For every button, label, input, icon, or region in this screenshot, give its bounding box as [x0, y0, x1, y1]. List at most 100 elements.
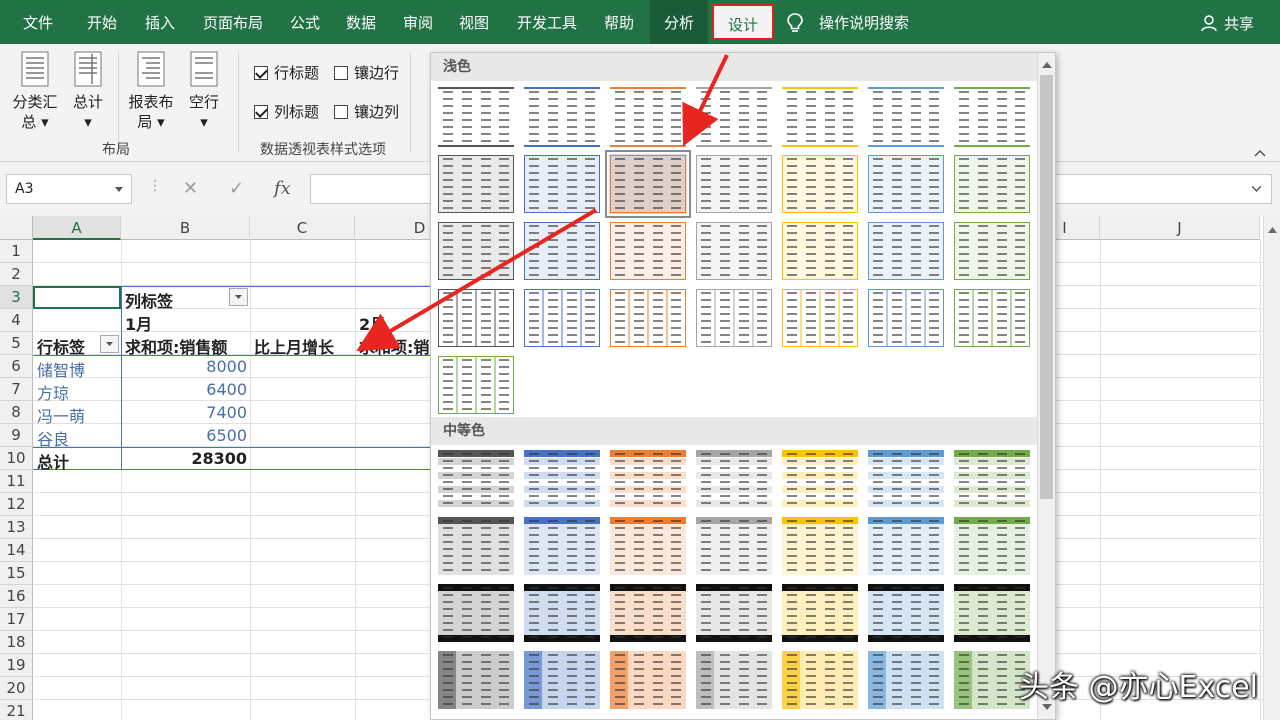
menu-design[interactable]: 设计 [712, 4, 774, 40]
row-header[interactable]: 8 [0, 401, 33, 424]
row-header[interactable]: 1 [0, 240, 33, 263]
grand-totals-button[interactable]: 总计 ▾ [66, 50, 110, 132]
style-thumbnail[interactable] [437, 288, 515, 348]
row-header[interactable]: 20 [0, 677, 33, 700]
style-thumbnail[interactable] [781, 449, 859, 509]
style-thumbnail[interactable] [437, 87, 515, 147]
style-thumbnail[interactable] [437, 650, 515, 710]
cancel-icon[interactable]: ✕ [183, 178, 198, 199]
row-header[interactable]: 14 [0, 539, 33, 562]
style-thumbnail[interactable] [867, 650, 945, 710]
row-labels-cell[interactable]: 行标签 [37, 334, 85, 358]
menu-formulas[interactable]: 公式 [278, 0, 332, 44]
style-thumbnail[interactable] [609, 221, 687, 281]
column-headers-checkbox[interactable]: 列标题 [254, 101, 319, 122]
style-thumbnail[interactable] [781, 87, 859, 147]
style-thumbnail[interactable] [695, 87, 773, 147]
style-thumbnail[interactable] [781, 650, 859, 710]
column-filter-dropdown[interactable] [229, 288, 248, 306]
style-thumbnail[interactable] [437, 221, 515, 281]
row-header[interactable]: 9 [0, 424, 33, 447]
row-header[interactable]: 12 [0, 493, 33, 516]
pivot-style-gallery[interactable]: 浅色 中等色 [430, 52, 1056, 720]
column-header[interactable]: J [1100, 216, 1260, 240]
style-thumbnail[interactable] [953, 87, 1031, 147]
menu-review[interactable]: 审阅 [392, 0, 444, 44]
style-thumbnail[interactable] [695, 288, 773, 348]
column-header[interactable]: A [33, 216, 121, 240]
style-thumbnail[interactable] [605, 150, 691, 218]
insert-function-icon[interactable]: fx [274, 178, 291, 199]
style-thumbnail[interactable] [867, 221, 945, 281]
style-thumbnail[interactable] [437, 583, 515, 643]
style-thumbnail[interactable] [781, 583, 859, 643]
style-thumbnail[interactable] [609, 583, 687, 643]
growth-header[interactable]: 比上月增长 [254, 334, 334, 358]
row-header[interactable]: 13 [0, 516, 33, 539]
menu-data[interactable]: 数据 [334, 0, 388, 44]
row-header[interactable]: 2 [0, 263, 33, 286]
style-thumbnail[interactable] [695, 516, 773, 576]
style-thumbnail[interactable] [953, 154, 1031, 214]
vertical-scrollbar[interactable] [1263, 216, 1280, 720]
column-labels-cell[interactable]: 列标签 [125, 288, 173, 312]
style-thumbnail[interactable] [609, 650, 687, 710]
style-thumbnail[interactable] [523, 221, 601, 281]
blank-rows-button[interactable]: 空行 ▾ [184, 50, 224, 132]
style-thumbnail[interactable] [781, 288, 859, 348]
scroll-up-icon[interactable] [1038, 57, 1056, 73]
style-thumbnail[interactable] [867, 449, 945, 509]
search-tell-me[interactable]: 操作说明搜索 [814, 0, 914, 44]
sum-sales-header[interactable]: 求和项:销 [359, 334, 429, 358]
name-box[interactable]: A3 [6, 174, 132, 204]
gallery-scrollbar[interactable] [1037, 53, 1056, 719]
row-header[interactable]: 10 [0, 447, 33, 470]
chevron-down-icon[interactable] [115, 187, 123, 192]
menu-page-layout[interactable]: 页面布局 [192, 0, 274, 44]
style-thumbnail[interactable] [609, 288, 687, 348]
style-thumbnail[interactable] [523, 154, 601, 214]
name-cell[interactable]: 谷良 [37, 426, 69, 450]
grand-total-value[interactable]: 28300 [121, 449, 247, 468]
style-thumbnail[interactable] [781, 221, 859, 281]
style-thumbnail[interactable] [523, 449, 601, 509]
row-header[interactable]: 16 [0, 585, 33, 608]
row-header[interactable]: 17 [0, 608, 33, 631]
style-thumbnail[interactable] [781, 154, 859, 214]
row-header[interactable]: 21 [0, 700, 33, 720]
menu-help[interactable]: 帮助 [592, 0, 646, 44]
banded-columns-checkbox[interactable]: 镶边列 [334, 101, 399, 122]
enter-icon[interactable]: ✓ [229, 178, 244, 199]
style-thumbnail[interactable] [609, 516, 687, 576]
style-thumbnail[interactable] [437, 154, 515, 214]
row-header[interactable]: 7 [0, 378, 33, 401]
grand-total-label[interactable]: 总计 [37, 449, 69, 473]
row-headers-checkbox[interactable]: 行标题 [254, 62, 319, 83]
row-header[interactable]: 5 [0, 332, 33, 355]
report-layout-button[interactable]: 报表布 局 ▾ [126, 50, 176, 132]
row-header[interactable]: 15 [0, 562, 33, 585]
style-thumbnail[interactable] [695, 583, 773, 643]
style-thumbnail[interactable] [695, 221, 773, 281]
style-thumbnail[interactable] [867, 288, 945, 348]
style-thumbnail[interactable] [695, 650, 773, 710]
style-thumbnail[interactable] [953, 221, 1031, 281]
row-header[interactable]: 4 [0, 309, 33, 332]
menu-file[interactable]: 文件 [8, 0, 68, 44]
style-thumbnail[interactable] [867, 87, 945, 147]
value-cell[interactable]: 6400 [121, 380, 247, 399]
style-thumbnail[interactable] [523, 583, 601, 643]
chevron-down-icon[interactable] [1252, 186, 1261, 192]
style-thumbnail[interactable] [609, 449, 687, 509]
subtotals-button[interactable]: 分类汇 总 ▾ [10, 50, 60, 132]
name-cell[interactable]: 储智博 [37, 357, 85, 381]
style-thumbnail[interactable] [867, 154, 945, 214]
style-thumbnail[interactable] [781, 516, 859, 576]
menu-insert[interactable]: 插入 [132, 0, 188, 44]
row-header[interactable]: 11 [0, 470, 33, 493]
name-cell[interactable]: 方琼 [37, 380, 69, 404]
menu-analyze[interactable]: 分析 [650, 0, 708, 44]
row-header[interactable]: 18 [0, 631, 33, 654]
style-thumbnail[interactable] [437, 516, 515, 576]
style-thumbnail[interactable] [695, 449, 773, 509]
